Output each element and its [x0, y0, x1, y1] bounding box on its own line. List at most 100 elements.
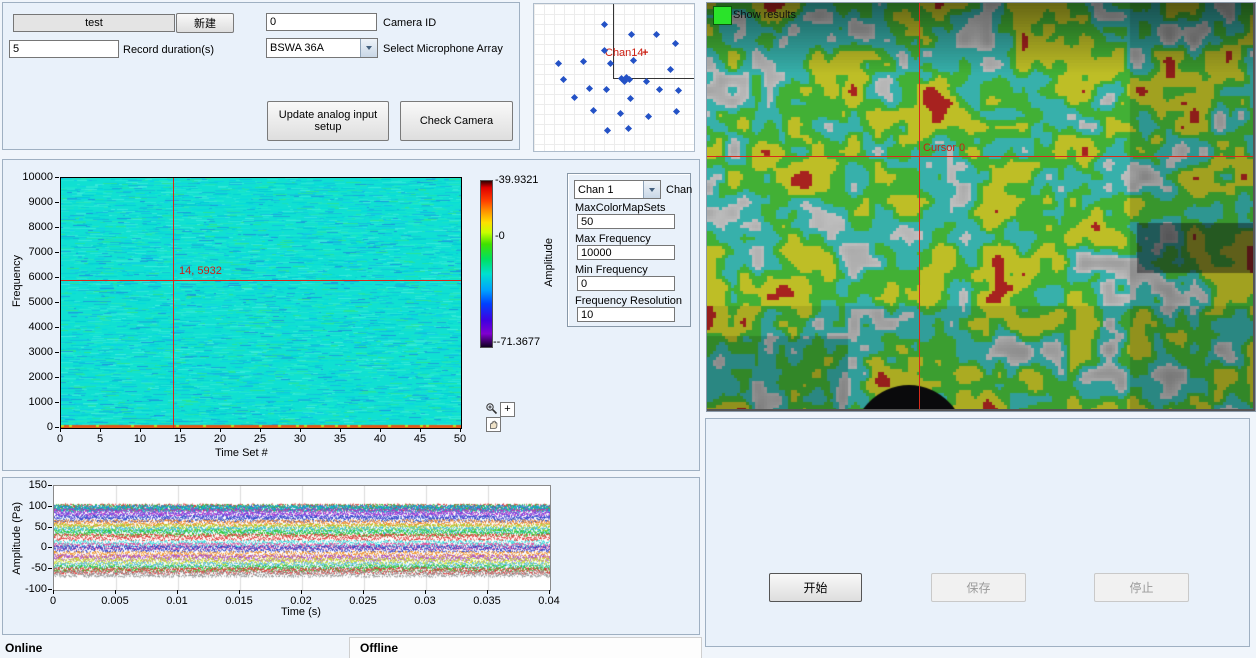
microphone-array-label: Select Microphone Array	[383, 43, 503, 55]
new-button[interactable]: 新建	[176, 13, 234, 33]
camera-cursor-hline[interactable]	[707, 156, 1253, 157]
spectrogram-x-tick-label: 10	[125, 433, 155, 445]
spectrogram-x-tick-label: 35	[325, 433, 355, 445]
waveform-y-tick	[48, 568, 52, 569]
start-button[interactable]: 开始	[769, 573, 862, 602]
mic-point	[625, 125, 632, 132]
mic-point	[604, 127, 611, 134]
show-results-label: Show results	[733, 9, 796, 21]
spectrogram-cursor-hline[interactable]	[61, 280, 461, 281]
waveform-x-tick-label: 0.015	[219, 595, 259, 607]
chevron-down-icon[interactable]	[360, 39, 377, 57]
save-button[interactable]: 保存	[931, 573, 1026, 602]
spectrogram-x-tick	[220, 428, 221, 432]
mic-cursor-label: Chan14	[605, 47, 644, 59]
mic-point	[555, 60, 562, 67]
record-duration-label: Record duration(s)	[123, 44, 214, 56]
waveform-x-tick-label: 0.025	[343, 595, 383, 607]
waveform-y-tick	[48, 485, 52, 486]
analysis-field-input[interactable]	[577, 276, 675, 291]
spectrogram-x-tick-label: 45	[405, 433, 435, 445]
camera-heatmap-canvas[interactable]	[707, 3, 1253, 409]
analysis-field-label: MaxColorMapSets	[575, 202, 665, 214]
check-camera-button[interactable]: Check Camera	[400, 101, 513, 141]
analysis-field-input[interactable]	[577, 245, 675, 260]
spectrogram-panel: 14, 5932 Frequency Time Set # -39.9321 -…	[2, 159, 700, 471]
zoom-tool-icon[interactable]	[485, 402, 498, 418]
waveform-canvas[interactable]	[54, 486, 550, 590]
spectrogram-y-tick	[55, 427, 59, 428]
show-results-checkbox[interactable]	[713, 6, 732, 25]
project-name-field[interactable]	[13, 14, 175, 32]
mic-point	[617, 110, 624, 117]
spectrogram-y-tick	[55, 352, 59, 353]
camera-id-field[interactable]	[266, 13, 377, 31]
spectrogram-x-tick	[420, 428, 421, 432]
mic-plot-y-axis	[613, 4, 614, 79]
spectrogram-plot[interactable]: 14, 5932	[60, 177, 462, 429]
pan-tool-icon[interactable]	[486, 417, 501, 432]
channel-dropdown[interactable]: Chan 1	[574, 180, 661, 199]
spectrogram-x-tick	[180, 428, 181, 432]
camera-view[interactable]: Cursor 0 Show results	[706, 2, 1256, 412]
analysis-field-label: Min Frequency	[575, 264, 648, 276]
mic-cursor-cross-icon[interactable]: +	[642, 47, 648, 59]
waveform-y-tick	[48, 589, 52, 590]
waveform-x-tick	[487, 590, 488, 594]
spectrogram-y-tick-label: 1000	[7, 396, 53, 408]
mic-point	[643, 78, 650, 85]
analysis-field-input[interactable]	[577, 307, 675, 322]
waveform-x-tick-label: 0.04	[529, 595, 569, 607]
spectrogram-x-tick-label: 50	[445, 433, 475, 445]
mic-array-plot[interactable]: Chan14 +	[533, 3, 695, 152]
spectrogram-y-tick	[55, 202, 59, 203]
channel-label: Chan	[666, 184, 692, 196]
spectrogram-y-tick-label: 7000	[7, 246, 53, 258]
status-offline-label: Offline	[360, 641, 398, 655]
mic-point	[580, 58, 587, 65]
spectrogram-y-tick	[55, 402, 59, 403]
waveform-x-tick	[53, 590, 54, 594]
spectrogram-x-tick-label: 0	[45, 433, 75, 445]
camera-cursor-vline[interactable]	[919, 3, 920, 409]
waveform-x-tick	[425, 590, 426, 594]
analysis-field-input[interactable]	[577, 214, 675, 229]
cursor-tool-icon[interactable]: +	[500, 402, 515, 417]
waveform-plot[interactable]	[53, 485, 551, 591]
mic-point	[628, 31, 635, 38]
spectrogram-canvas[interactable]	[61, 178, 461, 428]
waveform-x-tick	[363, 590, 364, 594]
spectrogram-y-tick	[55, 177, 59, 178]
update-analog-input-button[interactable]: Update analog input setup	[267, 101, 389, 141]
spectrogram-y-tick-label: 0	[7, 421, 53, 433]
chevron-down-icon[interactable]	[643, 181, 660, 198]
waveform-x-tick	[549, 590, 550, 594]
waveform-y-tick	[48, 506, 52, 507]
colorbar-mid-label: -0	[495, 230, 505, 242]
spectrogram-cursor-vline[interactable]	[173, 178, 174, 428]
microphone-array-dropdown[interactable]: BSWA 36A	[266, 38, 378, 58]
spectrogram-y-tick	[55, 227, 59, 228]
mic-point	[672, 40, 679, 47]
waveform-y-tick-label: 150	[5, 479, 47, 491]
spectrogram-x-tick	[100, 428, 101, 432]
acoustic-camera-app: 新建 Camera ID Record duration(s) BSWA 36A…	[0, 0, 1256, 658]
waveform-x-tick	[239, 590, 240, 594]
waveform-y-tick-label: 0	[5, 541, 47, 553]
mic-point	[653, 31, 660, 38]
colorbar-label: Amplitude	[543, 238, 555, 287]
waveform-y-tick	[48, 547, 52, 548]
spectrogram-x-tick	[60, 428, 61, 432]
spectrogram-x-tick	[300, 428, 301, 432]
status-online-label: Online	[5, 641, 42, 655]
waveform-x-tick-label: 0	[33, 595, 73, 607]
mic-point	[590, 107, 597, 114]
record-duration-field[interactable]	[9, 40, 119, 58]
spectrogram-y-tick	[55, 327, 59, 328]
spectrogram-x-tick	[380, 428, 381, 432]
spectrogram-cursor-label: 14, 5932	[179, 265, 222, 277]
stop-button[interactable]: 停止	[1094, 573, 1189, 602]
mic-point	[673, 108, 680, 115]
waveform-x-tick-label: 0.01	[157, 595, 197, 607]
mic-point	[560, 76, 567, 83]
